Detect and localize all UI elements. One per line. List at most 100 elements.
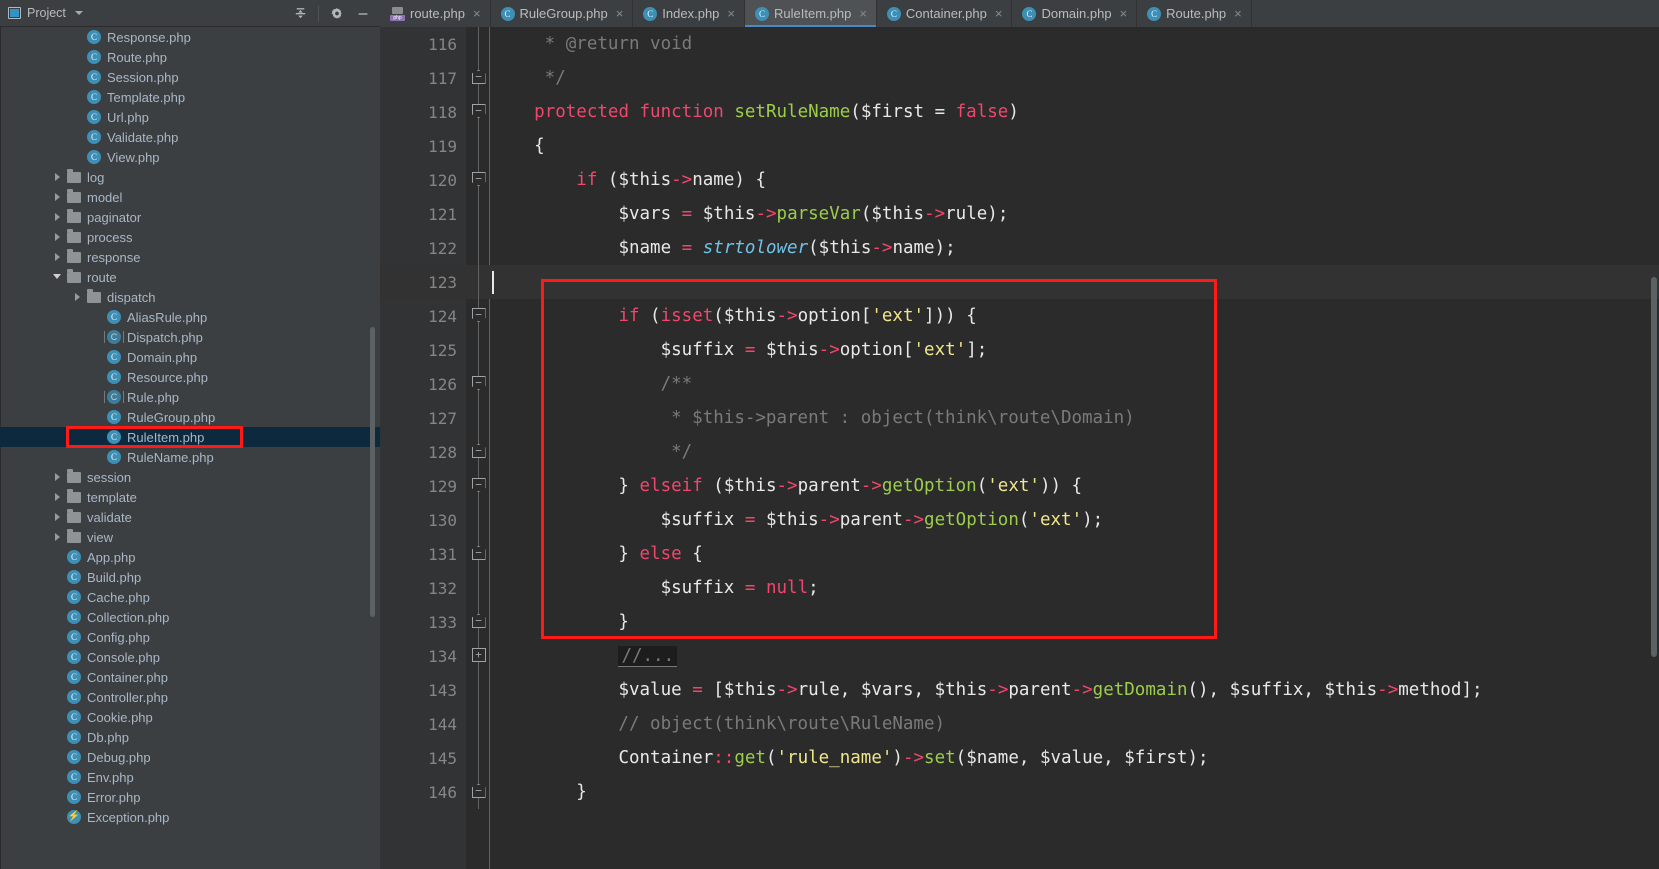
- collapse-fold-icon[interactable]: −: [471, 614, 486, 628]
- code-text[interactable]: // object(think\route\RuleName): [492, 707, 1659, 741]
- code-text[interactable]: }: [492, 775, 1659, 809]
- tab-ruleitem-php[interactable]: C RuleItem.php ×: [745, 0, 877, 27]
- code-text[interactable]: } else {: [492, 537, 1659, 571]
- tree-file-Debug-php[interactable]: C Debug.php: [0, 747, 380, 767]
- code-line[interactable]: 132 $suffix = null;: [380, 571, 1659, 605]
- code-lines[interactable]: 116 * @return void 117− */118− protected …: [380, 27, 1659, 869]
- code-line[interactable]: 130 $suffix = $this -> parent -> getOption('…: [380, 503, 1659, 537]
- code-text[interactable]: protected function setRuleName($first = …: [492, 95, 1659, 129]
- code-line[interactable]: 127 * $this->parent : object(think\route…: [380, 401, 1659, 435]
- code-text[interactable]: {: [492, 129, 1659, 163]
- collapse-fold-icon[interactable]: −: [471, 444, 486, 458]
- tab-domain-php[interactable]: C Domain.php ×: [1012, 0, 1138, 27]
- editor-scrollbar[interactable]: [1651, 277, 1657, 657]
- project-file-tree[interactable]: C Response.php C Route.php C Session.php C Temp…: [0, 27, 380, 827]
- code-text[interactable]: //...: [492, 639, 1659, 673]
- fold-gutter[interactable]: [466, 571, 492, 605]
- fold-gutter[interactable]: −: [466, 469, 492, 503]
- tree-file-App-php[interactable]: C App.php: [0, 547, 380, 567]
- close-icon[interactable]: ×: [1120, 6, 1128, 21]
- tree-folder-validate[interactable]: validate: [0, 507, 380, 527]
- code-text[interactable]: Container:: get('rule_name') -> set($name, …: [492, 741, 1659, 775]
- collapse-fold-icon[interactable]: −: [471, 546, 486, 560]
- tree-folder-paginator[interactable]: paginator: [0, 207, 380, 227]
- tree-folder-log[interactable]: log: [0, 167, 380, 187]
- fold-gutter[interactable]: −: [466, 61, 492, 95]
- folded-region-placeholder[interactable]: //...: [618, 645, 678, 667]
- code-text[interactable]: $vars = $this -> parseVar($this -> rule);: [492, 197, 1659, 231]
- code-line[interactable]: 126− /**: [380, 367, 1659, 401]
- expand-fold-icon[interactable]: +: [471, 648, 486, 662]
- code-line[interactable]: 131− } else {: [380, 537, 1659, 571]
- close-icon[interactable]: ×: [859, 6, 867, 21]
- tree-file-Dispatch-php[interactable]: C Dispatch.php: [0, 327, 380, 347]
- code-line[interactable]: 120− if ($this -> name) {: [380, 163, 1659, 197]
- code-text[interactable]: } elseif ($this -> parent -> getOption('ext'…: [492, 469, 1659, 503]
- fold-gutter[interactable]: [466, 673, 492, 707]
- tree-folder-view[interactable]: view: [0, 527, 380, 547]
- code-text[interactable]: * @return void: [492, 27, 1659, 61]
- tree-file-Validate-php[interactable]: C Validate.php: [0, 127, 380, 147]
- code-text[interactable]: $suffix = $this -> parent -> getOption('ext'…: [492, 503, 1659, 537]
- chevron-right-icon[interactable]: [52, 191, 64, 203]
- close-icon[interactable]: ×: [1234, 6, 1242, 21]
- tree-file-View-php[interactable]: C View.php: [0, 147, 380, 167]
- sidebar-scrollbar[interactable]: [370, 327, 375, 617]
- chevron-down-icon[interactable]: [74, 11, 83, 15]
- fold-gutter[interactable]: −: [466, 605, 492, 639]
- code-line[interactable]: 133− }: [380, 605, 1659, 639]
- tree-folder-response[interactable]: response: [0, 247, 380, 267]
- tree-file-Collection-php[interactable]: C Collection.php: [0, 607, 380, 627]
- fold-gutter[interactable]: [466, 503, 492, 537]
- tab-rulegroup-php[interactable]: C RuleGroup.php ×: [491, 0, 634, 27]
- project-title-button[interactable]: Project: [8, 6, 83, 20]
- fold-gutter[interactable]: [466, 401, 492, 435]
- collapse-fold-icon[interactable]: −: [471, 172, 486, 186]
- tree-file-RuleGroup-php[interactable]: C RuleGroup.php: [0, 407, 380, 427]
- close-icon[interactable]: ×: [616, 6, 624, 21]
- tree-file-Db-php[interactable]: C Db.php: [0, 727, 380, 747]
- fold-gutter[interactable]: [466, 27, 492, 61]
- tree-file-Cache-php[interactable]: C Cache.php: [0, 587, 380, 607]
- tree-file-RuleItem-php[interactable]: C RuleItem.php: [0, 427, 380, 447]
- close-icon[interactable]: ×: [727, 6, 735, 21]
- tree-file-Cookie-php[interactable]: C Cookie.php: [0, 707, 380, 727]
- fold-gutter[interactable]: −: [466, 367, 492, 401]
- fold-gutter[interactable]: [466, 707, 492, 741]
- fold-gutter[interactable]: −: [466, 537, 492, 571]
- tree-folder-template[interactable]: template: [0, 487, 380, 507]
- tree-folder-model[interactable]: model: [0, 187, 380, 207]
- tree-file-Domain-php[interactable]: C Domain.php: [0, 347, 380, 367]
- code-line[interactable]: 134 + //...: [380, 639, 1659, 673]
- tree-file-Rule-php[interactable]: C Rule.php: [0, 387, 380, 407]
- code-line[interactable]: 117− */: [380, 61, 1659, 95]
- code-line[interactable]: 118− protected function setRuleName($fir…: [380, 95, 1659, 129]
- tab-index-php[interactable]: C Index.php ×: [633, 0, 745, 27]
- tree-file-Container-php[interactable]: C Container.php: [0, 667, 380, 687]
- collapse-all-icon[interactable]: [289, 3, 311, 25]
- chevron-right-icon[interactable]: [52, 171, 64, 183]
- gear-icon[interactable]: [326, 3, 348, 25]
- code-text[interactable]: $value = [$this -> rule, $vars, $this -> par…: [492, 673, 1659, 707]
- code-line[interactable]: 125 $suffix = $this -> option['ext'];: [380, 333, 1659, 367]
- tree-file-Template-php[interactable]: C Template.php: [0, 87, 380, 107]
- fold-gutter[interactable]: [466, 333, 492, 367]
- tab-route-php[interactable]: php route.php ×: [380, 0, 491, 27]
- chevron-right-icon[interactable]: [52, 491, 64, 503]
- fold-gutter[interactable]: [466, 741, 492, 775]
- code-line[interactable]: 121 $vars = $this -> parseVar($this -> rule)…: [380, 197, 1659, 231]
- tree-file-Url-php[interactable]: C Url.php: [0, 107, 380, 127]
- fold-gutter[interactable]: +: [466, 639, 492, 673]
- tree-file-RuleName-php[interactable]: C RuleName.php: [0, 447, 380, 467]
- tab-route-php[interactable]: C Route.php ×: [1137, 0, 1252, 27]
- fold-gutter[interactable]: −: [466, 435, 492, 469]
- code-text[interactable]: $name = strtolower($this -> name);: [492, 231, 1659, 265]
- chevron-right-icon[interactable]: [52, 251, 64, 263]
- chevron-right-icon[interactable]: [52, 231, 64, 243]
- tree-file-Exception-php[interactable]: Exception.php: [0, 807, 380, 827]
- chevron-down-icon[interactable]: [52, 271, 64, 283]
- code-line[interactable]: 146− }: [380, 775, 1659, 809]
- collapse-fold-icon[interactable]: −: [471, 308, 486, 322]
- code-text[interactable]: }: [492, 605, 1659, 639]
- collapse-fold-icon[interactable]: −: [471, 104, 486, 118]
